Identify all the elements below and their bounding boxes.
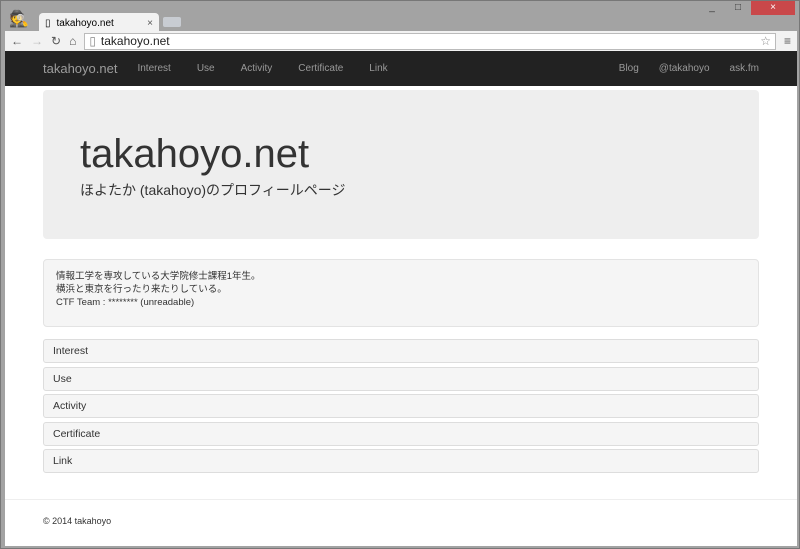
menu-icon[interactable]: ≡ bbox=[784, 34, 791, 48]
page-title: takahoyo.net bbox=[80, 132, 310, 176]
panel-interest[interactable]: Interest bbox=[43, 339, 759, 363]
about-line: 横浜と東京を行ったり来たりしている。 bbox=[56, 284, 227, 295]
browser-toolbar: ← → ↻ ⌂ ▯ takahoyo.net ☆ ≡ bbox=[5, 31, 797, 51]
web-page: takahoyo.net Interest Use Activity Certi… bbox=[5, 51, 797, 546]
panel-certificate[interactable]: Certificate bbox=[43, 421, 759, 446]
url-text: takahoyo.net bbox=[100, 34, 170, 48]
page-icon: ▯ bbox=[89, 34, 96, 48]
nav-activity[interactable]: Activity bbox=[241, 63, 273, 74]
nav-twitter[interactable]: @takahoyo bbox=[659, 63, 710, 74]
about-line: 情報工学を専攻している大学院修士課程1年生。 bbox=[56, 271, 261, 282]
address-bar[interactable]: ▯ takahoyo.net ☆ bbox=[84, 32, 776, 50]
panel-link[interactable]: Link bbox=[43, 449, 759, 473]
nav-link[interactable]: Link bbox=[369, 63, 387, 74]
home-icon[interactable]: ⌂ bbox=[69, 34, 76, 48]
nav-certificate[interactable]: Certificate bbox=[298, 63, 343, 74]
back-icon[interactable]: ← bbox=[11, 34, 23, 48]
close-button[interactable]: × bbox=[751, 1, 795, 15]
panel-activity[interactable]: Activity bbox=[43, 394, 759, 418]
browser-tab[interactable]: ▯ takahoyo.net × bbox=[39, 13, 159, 33]
page-subtitle: ほよたか (takahoyo)のプロフィールページ bbox=[80, 182, 346, 198]
section-panels: Interest Use Activity Certificate Link bbox=[43, 339, 759, 473]
new-tab-button[interactable] bbox=[163, 17, 181, 27]
nav-interest[interactable]: Interest bbox=[137, 63, 170, 74]
jumbotron: takahoyo.net ほよたか (takahoyo)のプロフィールページ bbox=[43, 90, 759, 239]
footer: © 2014 takahoyo bbox=[5, 499, 797, 542]
browser-window: 🕵 ▯ takahoyo.net × _ □ × ← → ↻ ⌂ ▯ takah… bbox=[0, 0, 800, 549]
maximize-button[interactable]: □ bbox=[725, 1, 751, 15]
tab-title: takahoyo.net bbox=[56, 17, 114, 29]
nav-blog[interactable]: Blog bbox=[619, 63, 639, 74]
nav-use[interactable]: Use bbox=[197, 63, 215, 74]
page-icon: ▯ bbox=[45, 17, 51, 29]
forward-icon[interactable]: → bbox=[31, 34, 43, 48]
minimize-button[interactable]: _ bbox=[699, 1, 725, 15]
reload-icon[interactable]: ↻ bbox=[51, 34, 61, 48]
about-well: 情報工学を専攻している大学院修士課程1年生。 横浜と東京を行ったり来たりしている… bbox=[43, 259, 759, 327]
tab-close-icon[interactable]: × bbox=[147, 18, 153, 29]
bookmark-star-icon[interactable]: ☆ bbox=[760, 34, 771, 48]
about-line: CTF Team : ******** (unreadable) bbox=[56, 297, 195, 308]
navbar: takahoyo.net Interest Use Activity Certi… bbox=[5, 51, 797, 86]
panel-use[interactable]: Use bbox=[43, 366, 759, 391]
copyright: © 2014 takahoyo bbox=[43, 516, 112, 526]
incognito-icon: 🕵 bbox=[9, 11, 29, 28]
navbar-brand[interactable]: takahoyo.net bbox=[43, 61, 117, 76]
nav-askfm[interactable]: ask.fm bbox=[730, 63, 759, 74]
